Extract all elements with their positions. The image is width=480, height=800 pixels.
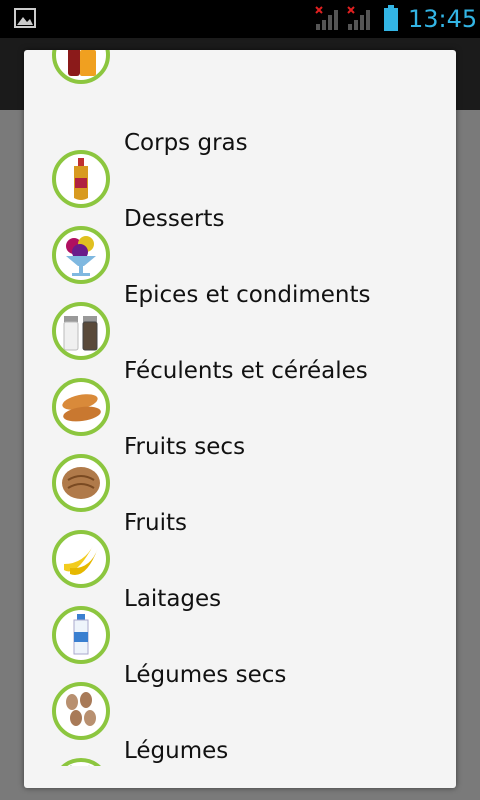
signal-no-data-icon xyxy=(347,6,370,30)
list-item-label: Corps gras xyxy=(124,130,248,156)
status-clock: 13:45 xyxy=(408,5,478,33)
category-list[interactable]: Corps gras Desserts Epices et condiments… xyxy=(24,50,456,766)
beans-icon xyxy=(66,692,96,726)
carrot-icon xyxy=(70,765,90,766)
bread-icon xyxy=(62,394,101,422)
list-item-label: Légumes xyxy=(124,738,229,764)
list-item-legumes-secs[interactable]: Légumes secs xyxy=(24,656,456,740)
list-item-feculents[interactable]: Féculents et céréales xyxy=(24,352,456,436)
list-item-label: Desserts xyxy=(124,206,225,232)
walnut-icon xyxy=(62,467,100,499)
milk-bottle-icon xyxy=(73,614,89,655)
category-dialog: Corps gras Desserts Epices et condiments… xyxy=(24,50,456,788)
status-bar: 13:45 xyxy=(0,0,480,38)
list-item-epices[interactable]: Epices et condiments xyxy=(24,276,456,360)
list-item-legumes[interactable]: Légumes xyxy=(24,732,456,766)
salt-pepper-icon xyxy=(63,316,98,351)
gallery-icon xyxy=(14,8,36,28)
banana-icon xyxy=(64,544,98,575)
thumb xyxy=(52,758,110,766)
list-item-label: Fruits xyxy=(124,510,187,536)
drinks-icon xyxy=(68,50,96,76)
list-item-label: Légumes secs xyxy=(124,662,287,688)
oil-bottle-icon xyxy=(74,158,88,200)
list-item-label: Fruits secs xyxy=(124,434,246,460)
thumb xyxy=(52,50,110,84)
list-item-laitages[interactable]: Laitages xyxy=(24,580,456,664)
list-item-desserts[interactable]: Desserts xyxy=(24,200,456,284)
list-item-label: Epices et condiments xyxy=(124,282,371,308)
signal-no-data-icon xyxy=(315,6,338,30)
ice-cream-icon xyxy=(66,236,96,276)
battery-icon xyxy=(384,5,398,31)
list-item-drinks[interactable] xyxy=(24,50,456,84)
list-item-corps-gras[interactable]: Corps gras xyxy=(24,124,456,208)
list-item-label: Laitages xyxy=(124,586,222,612)
list-item-fruits-secs[interactable]: Fruits secs xyxy=(24,428,456,512)
list-item-label: Féculents et céréales xyxy=(124,358,368,384)
list-item-fruits[interactable]: Fruits xyxy=(24,504,456,588)
